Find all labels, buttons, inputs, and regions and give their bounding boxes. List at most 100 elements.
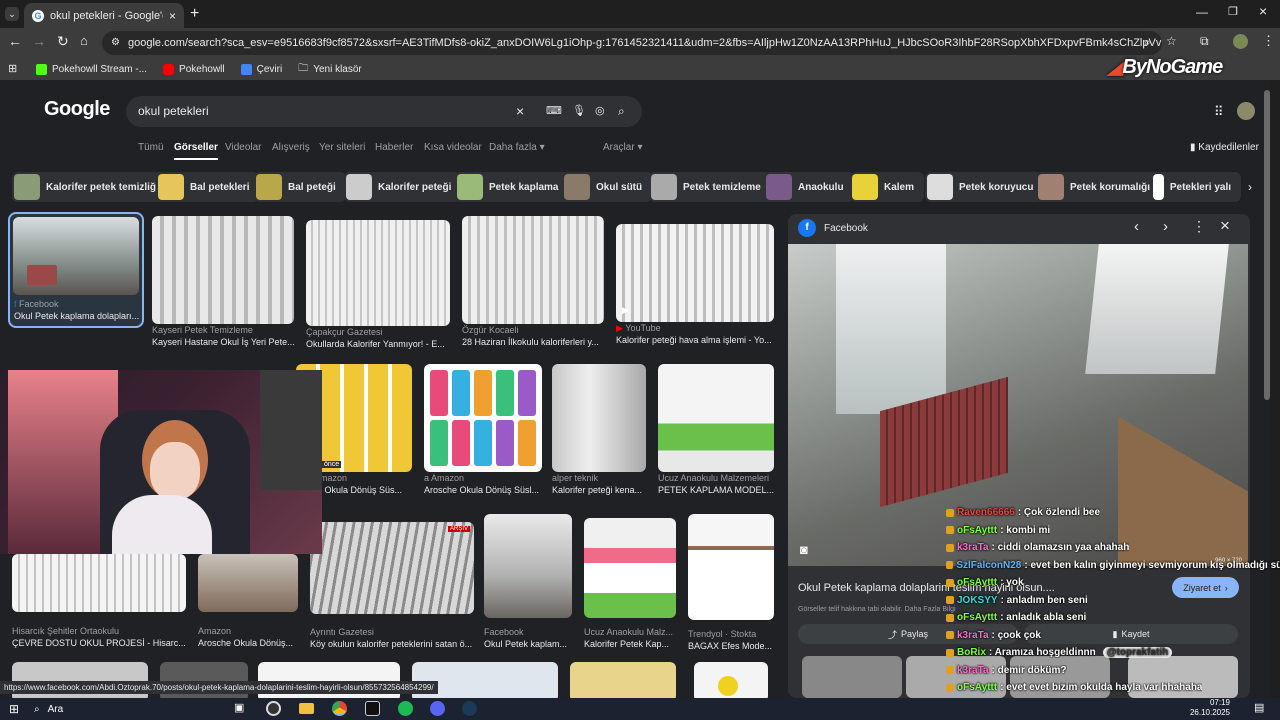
address-bar[interactable]: ⚙ google.com/search?sca_esv=e9516683f9cf…	[102, 31, 1162, 55]
result-card-19[interactable]	[570, 662, 676, 700]
result-card-9[interactable]: Hisarcık Şehitler Ortaokulu ÇEVRE DOSTU …	[12, 554, 186, 649]
chip-6[interactable]: Petek temizleme	[649, 172, 771, 202]
close-panel-icon[interactable]: ×	[1220, 216, 1230, 236]
related-image-1[interactable]	[802, 656, 902, 698]
result-thumbnail	[12, 554, 186, 612]
tab-images[interactable]: Görseller	[174, 142, 218, 160]
spotify-icon[interactable]	[398, 701, 413, 716]
tab-close-icon[interactable]: ×	[169, 9, 176, 23]
account-avatar[interactable]	[1237, 102, 1255, 120]
lens-search-icon[interactable]: ◙	[800, 542, 808, 557]
page-scrollbar[interactable]	[1264, 90, 1270, 400]
tab-more[interactable]: Daha fazla ▾	[489, 142, 545, 153]
notification-icon[interactable]: ▤	[1254, 701, 1264, 714]
chat-text: : ciddi olamazsın yaa ahahah	[991, 542, 1130, 554]
result-card-12[interactable]: Facebook Okul Petek kaplam...	[484, 514, 572, 650]
result-card-4[interactable]: ▶ ▶ YouTube Kalorifer peteği hava alma i…	[616, 224, 774, 346]
keyboard-icon[interactable]: ⌨	[546, 96, 562, 127]
tab-all[interactable]: Tümü	[138, 142, 164, 153]
panel-source[interactable]: f Facebook	[798, 219, 868, 237]
chip-4[interactable]: Petek kaplama	[455, 172, 569, 202]
microphone-icon[interactable]: 🎙	[572, 96, 586, 127]
result-card-7[interactable]: alper teknik Kalorifer peteği kena...	[552, 364, 646, 496]
windows-start-icon[interactable]: ⊞	[9, 702, 19, 716]
clock-time: 07:19	[1209, 698, 1230, 707]
search-icon[interactable]: ⌕	[618, 96, 625, 127]
new-tab-button[interactable]: +	[190, 5, 199, 23]
bookmarks-bar: ⊞ Pokehowll Stream -... Pokehowll Çeviri…	[0, 58, 1280, 80]
chip-8[interactable]: Kalem	[850, 172, 925, 202]
more-options-icon[interactable]: ⋮	[1192, 218, 1206, 235]
panel-source-label: Facebook	[824, 222, 868, 234]
taskbar-search[interactable]: ⌕ Ara	[34, 701, 214, 718]
google-apps-icon[interactable]: ⠿	[1214, 104, 1224, 120]
obs-icon[interactable]	[266, 701, 281, 716]
result-card-11[interactable]: ARŞİV Ayrıntı Gazetesi Köy okulun kalori…	[310, 522, 474, 650]
menu-dots-icon[interactable]: ⋮	[1262, 33, 1275, 49]
result-card-8[interactable]: Ucuz Anaokulu Malzemeleri PETEK KAPLAMA …	[658, 364, 774, 496]
saved-link[interactable]: ▮ Kaydedilenler	[1190, 142, 1259, 153]
apps-grid-icon[interactable]: ⊞	[8, 62, 17, 75]
home-icon[interactable]: ⌂	[80, 33, 88, 48]
search-query: okul petekleri	[138, 104, 209, 118]
discord-icon[interactable]	[430, 701, 445, 716]
zoom-icon[interactable]: ⌕	[1144, 35, 1151, 50]
bookmark-youtube[interactable]: Pokehowll	[163, 63, 225, 75]
chip-7[interactable]: Anaokulu	[764, 172, 854, 202]
tab-short-videos[interactable]: Kısa videolar	[424, 142, 482, 153]
lens-icon[interactable]: ◎	[595, 96, 605, 127]
taskbar-clock[interactable]: 07:19 26.10.2025	[1186, 698, 1230, 718]
tab-places[interactable]: Yer siteleri	[319, 142, 365, 153]
tab-videos[interactable]: Videolar	[225, 142, 262, 153]
result-card-10[interactable]: Amazon Arosche Okula Dönüş...	[198, 554, 298, 649]
minimize-button[interactable]: —	[1196, 5, 1208, 19]
tab-google-search[interactable]: G okul petekleri - Google'da Ara ×	[24, 3, 184, 28]
chips-next-chevron-icon[interactable]: ›	[1248, 180, 1252, 194]
restore-button[interactable]: ❐	[1228, 5, 1238, 18]
close-window-button[interactable]: ×	[1259, 3, 1267, 19]
result-card-6[interactable]: a Amazon Arosche Okula Dönüş Süsl...	[424, 364, 542, 496]
result-card-1[interactable]: Kayseri Petek Temizleme Kayseri Hastane …	[152, 216, 294, 348]
reload-icon[interactable]: ↻	[57, 33, 69, 50]
clear-icon[interactable]: ×	[516, 96, 524, 127]
previous-chevron-icon[interactable]: ‹	[1134, 218, 1139, 235]
result-card-0[interactable]: f Facebook Okul Petek kaplama dolapları.…	[8, 212, 144, 328]
bookmark-star-icon[interactable]: ☆	[1166, 34, 1177, 48]
bookmark-folder[interactable]: 🗀 Yeni klasör	[298, 61, 362, 78]
result-card-3[interactable]: Özgür Kocaeli 28 Haziran İlkokulu kalori…	[462, 216, 604, 348]
bookmark-translate[interactable]: Çeviri	[240, 63, 282, 75]
google-logo[interactable]: Google	[44, 98, 110, 121]
profile-avatar[interactable]	[1233, 34, 1248, 49]
result-card-13[interactable]: Ucuz Anaokulu Malz... Kalorifer Petek Ka…	[584, 518, 676, 650]
capcut-icon[interactable]	[365, 701, 380, 716]
result-card-2[interactable]: Çapakçur Gazetesi Okullarda Kalorifer Ya…	[306, 220, 450, 350]
chat-message: BoRix: Aramıza hoşgeldinnn @toprakfatih	[946, 644, 1280, 662]
steam-icon[interactable]	[462, 701, 477, 716]
chip-1[interactable]: Bal petekleri	[156, 172, 260, 202]
tab-news[interactable]: Haberler	[375, 142, 413, 153]
result-thumbnail	[484, 514, 572, 618]
result-card-14[interactable]: Trendyol · Stokta BAGAX Efes Mode...	[688, 514, 774, 652]
chrome-icon[interactable]	[332, 701, 347, 716]
search-input[interactable]: okul petekleri × ⌨ 🎙 ◎ ⌕	[126, 96, 642, 127]
next-chevron-icon[interactable]: ›	[1163, 218, 1168, 235]
file-explorer-icon[interactable]	[299, 703, 314, 714]
result-card-20[interactable]	[694, 662, 768, 700]
chat-message: JOKSYY: anladım ben seni	[946, 592, 1280, 610]
site-info-icon[interactable]: ⚙	[111, 31, 120, 55]
forward-arrow-icon[interactable]: →	[32, 33, 46, 49]
extensions-icon[interactable]: ⧉	[1200, 34, 1209, 49]
chip-11[interactable]: Petekleri yalı	[1151, 172, 1241, 202]
chip-3[interactable]: Kalorifer peteği	[344, 172, 462, 202]
tab-shopping[interactable]: Alışveriş	[272, 142, 310, 153]
chip-0[interactable]: Kalorifer petek temizliği	[12, 172, 169, 202]
chip-10[interactable]: Petek korumalığı	[1036, 172, 1161, 202]
chip-5[interactable]: Okul sütü	[562, 172, 653, 202]
tab-list-button[interactable]: ⌄	[5, 7, 19, 21]
chip-2[interactable]: Bal peteği	[254, 172, 346, 202]
back-arrow-icon[interactable]: ←	[8, 33, 22, 49]
tools-button[interactable]: Araçlar ▾	[603, 142, 643, 153]
chip-9[interactable]: Petek koruyucu	[925, 172, 1044, 202]
task-view-icon[interactable]: ▣	[234, 701, 244, 714]
bookmark-kick[interactable]: Pokehowll Stream -...	[36, 63, 147, 75]
